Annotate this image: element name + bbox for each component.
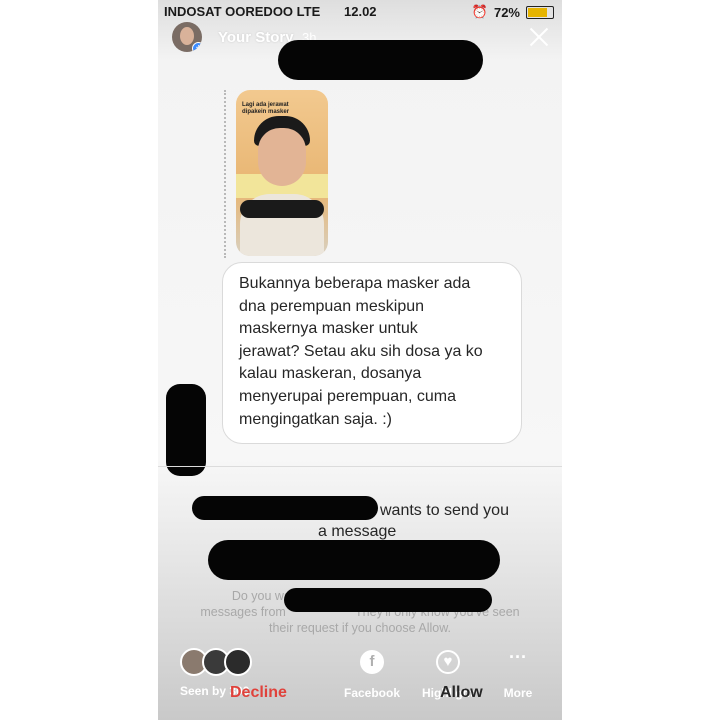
battery-percent: 72% — [493, 4, 520, 20]
more-icon: ··· — [509, 647, 527, 667]
close-icon[interactable] — [528, 26, 550, 48]
seen-by-avatars[interactable] — [180, 648, 252, 676]
thread-line — [224, 90, 226, 258]
redaction-mark — [166, 384, 206, 476]
request-text-line1: wants to send you — [380, 502, 509, 519]
explainer-line3: their request if you choose Allow. — [268, 621, 452, 635]
story-thumbnail-caption: Lagi ada jerawat dipakein masker — [242, 102, 290, 115]
facebook-icon: f — [360, 650, 384, 674]
reply-message-bubble: Bukannya beberapa masker ada dna perempu… — [222, 262, 522, 444]
add-story-icon[interactable]: + — [192, 42, 202, 52]
allow-button[interactable]: Allow — [440, 684, 483, 702]
story-title: Your Story — [218, 29, 294, 46]
battery-icon — [526, 5, 554, 19]
request-actions: Decline Allow — [158, 682, 562, 706]
divider — [158, 466, 562, 467]
carrier-label: INDOSAT OOREDOO LTE — [164, 4, 321, 19]
request-text-line2: a message — [318, 523, 397, 540]
alarm-icon: ⏰ — [471, 4, 488, 19]
redaction-mark — [192, 496, 378, 520]
redaction-mark — [278, 40, 483, 80]
redaction-mark — [284, 588, 492, 612]
heart-icon: ♥ — [436, 650, 460, 674]
story-thumbnail[interactable]: Lagi ada jerawat dipakein masker — [236, 90, 328, 256]
decline-button[interactable]: Decline — [230, 684, 287, 702]
clock: 12.02 — [344, 4, 377, 19]
story-sticker — [240, 200, 324, 218]
redaction-mark — [208, 540, 500, 580]
status-icons: ⏰ 72% — [472, 4, 554, 20]
avatar[interactable]: + — [172, 22, 202, 52]
instagram-story-screen: INDOSAT OOREDOO LTE 12.02 ⏰ 72% + Your S… — [158, 0, 562, 720]
status-bar: INDOSAT OOREDOO LTE 12.02 ⏰ 72% — [158, 0, 562, 22]
